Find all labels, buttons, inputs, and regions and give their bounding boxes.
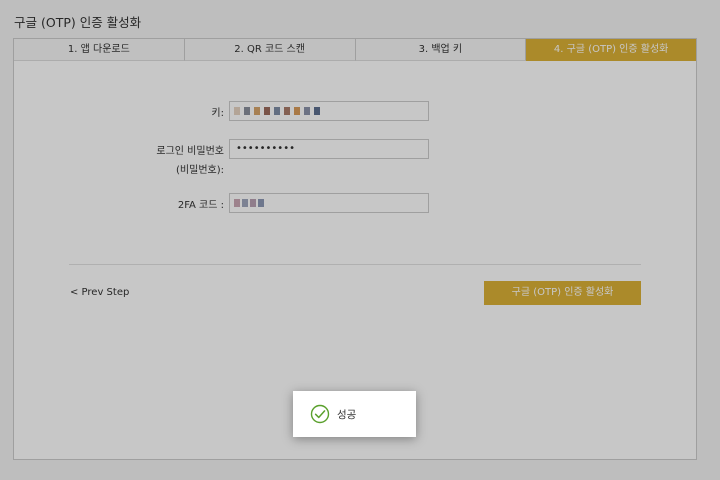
check-circle-icon	[310, 404, 330, 424]
toast-message: 성공	[337, 409, 357, 421]
success-toast: 성공	[293, 391, 416, 437]
